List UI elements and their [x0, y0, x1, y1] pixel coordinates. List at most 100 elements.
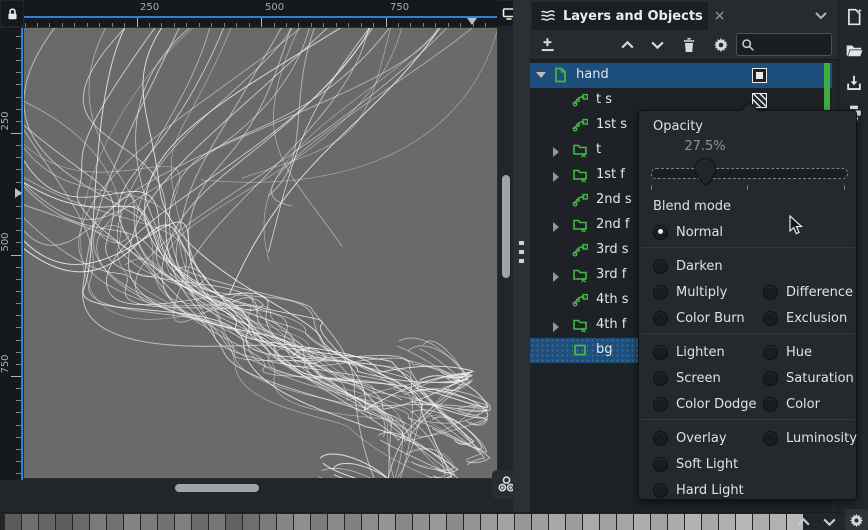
layer-search-field[interactable] [736, 33, 832, 56]
palette-swatch[interactable] [600, 514, 616, 530]
palette-swatch[interactable] [566, 514, 582, 530]
horizontal-ruler[interactable]: 250500750 [24, 0, 498, 28]
palette-swatch[interactable] [328, 514, 344, 530]
radio-icon[interactable] [763, 371, 778, 386]
blend-mode-option[interactable]: Exclusion [763, 305, 847, 331]
palette-swatch[interactable] [515, 514, 531, 530]
palette-swatch[interactable] [192, 514, 208, 530]
blend-mode-option[interactable]: Multiply [653, 279, 727, 305]
radio-icon[interactable] [653, 483, 668, 498]
open-document-button[interactable] [844, 40, 864, 60]
layer-label[interactable]: 4th s [596, 292, 629, 307]
layer-row-hand[interactable]: hand [530, 63, 832, 88]
palette-swatch[interactable] [277, 514, 293, 530]
palette-swatch[interactable] [311, 514, 327, 530]
layer-label[interactable]: 4th f [596, 317, 626, 332]
blend-mode-option[interactable]: Difference [763, 279, 853, 305]
palette-swatch[interactable] [90, 514, 106, 530]
palette-swatch[interactable] [56, 514, 72, 530]
blend-mode-option[interactable]: Screen [653, 365, 721, 391]
palette-swatch[interactable] [124, 514, 140, 530]
raise-layer-button[interactable] [615, 33, 639, 57]
blend-mode-option[interactable]: Saturation [763, 365, 854, 391]
expander-closed-icon[interactable] [553, 172, 559, 182]
palette-swatch[interactable] [685, 514, 701, 530]
palette-swatch[interactable] [345, 514, 361, 530]
blend-mode-option[interactable]: Lighten [653, 339, 725, 365]
blend-mode-option[interactable]: Hue [763, 339, 812, 365]
vertical-ruler[interactable]: 250500750 [0, 28, 24, 480]
radio-icon[interactable] [653, 397, 668, 412]
palette-swatch[interactable] [634, 514, 650, 530]
blend-mode-option[interactable]: Darken [653, 253, 723, 279]
palette-swatch[interactable] [430, 514, 446, 530]
expander-closed-icon[interactable] [553, 322, 559, 332]
drawing-canvas[interactable] [24, 28, 497, 478]
palette-swatch[interactable] [481, 514, 497, 530]
palette-swatch[interactable] [736, 514, 752, 530]
radio-icon[interactable] [653, 431, 668, 446]
palette-settings-button[interactable] [845, 509, 868, 530]
layer-settings-button[interactable] [709, 33, 733, 57]
palette-swatch[interactable] [141, 514, 157, 530]
palette-swatch[interactable] [464, 514, 480, 530]
layer-label[interactable]: 3rd f [596, 267, 626, 282]
blend-mode-option[interactable]: Normal [653, 219, 723, 245]
tab-layers-and-objects[interactable]: Layers and Objects × [532, 2, 708, 30]
panel-resize-handle[interactable] [513, 0, 530, 512]
palette-swatch[interactable] [158, 514, 174, 530]
radio-icon[interactable] [653, 285, 668, 300]
layer-label[interactable]: 1st s [596, 117, 627, 132]
palette-swatch[interactable] [107, 514, 123, 530]
layer-label[interactable]: hand [576, 67, 609, 82]
radio-icon[interactable] [763, 397, 778, 412]
palette-scroll-up-button[interactable] [794, 515, 812, 529]
vertical-scrollbar[interactable] [499, 28, 513, 480]
new-document-button[interactable] [844, 7, 864, 27]
palette-swatch[interactable] [379, 514, 395, 530]
palette-swatch[interactable] [668, 514, 684, 530]
palette-swatch[interactable] [39, 514, 55, 530]
palette-swatch[interactable] [719, 514, 735, 530]
blend-mode-option[interactable]: Color Dodge [653, 391, 757, 417]
palette-swatch[interactable] [447, 514, 463, 530]
palette-swatch[interactable] [702, 514, 718, 530]
palette-swatch[interactable] [5, 514, 21, 530]
radio-icon[interactable] [653, 345, 668, 360]
palette-scroll-down-button[interactable] [820, 515, 838, 529]
palette-swatch[interactable] [413, 514, 429, 530]
palette-swatch[interactable] [226, 514, 242, 530]
expander-closed-icon[interactable] [553, 272, 559, 282]
blend-mode-option[interactable]: Hard Light [653, 477, 744, 503]
blend-mode-option[interactable]: Color [763, 391, 820, 417]
palette-swatch[interactable] [294, 514, 310, 530]
horizontal-scrollbar[interactable] [24, 480, 497, 496]
layer-label[interactable]: bg [596, 342, 613, 357]
palette-swatch[interactable] [651, 514, 667, 530]
palette-swatch[interactable] [770, 514, 786, 530]
palette-swatch[interactable] [396, 514, 412, 530]
layer-label[interactable]: t [596, 142, 601, 157]
palette-swatch[interactable] [532, 514, 548, 530]
layer-label[interactable]: 2nd s [596, 192, 632, 207]
palette-swatch[interactable] [260, 514, 276, 530]
palette-swatch[interactable] [583, 514, 599, 530]
delete-layer-button[interactable] [677, 33, 701, 57]
radio-icon[interactable] [763, 285, 778, 300]
palette-swatch[interactable] [209, 514, 225, 530]
lower-layer-button[interactable] [645, 33, 669, 57]
radio-icon[interactable] [763, 345, 778, 360]
palette-swatch[interactable] [243, 514, 259, 530]
lock-guides-button[interactable] [1, 1, 23, 26]
palette-swatch[interactable] [73, 514, 89, 530]
radio-icon[interactable] [653, 311, 668, 326]
horizontal-scrollbar-thumb[interactable] [175, 484, 259, 492]
add-layer-button[interactable] [536, 33, 560, 57]
blend-mode-option[interactable]: Overlay [653, 425, 727, 451]
layer-label[interactable]: 1st f [596, 167, 625, 182]
palette-swatch[interactable] [549, 514, 565, 530]
blend-mode-option[interactable]: Soft Light [653, 451, 738, 477]
radio-icon[interactable] [653, 371, 668, 386]
opacity-slider-handle[interactable] [694, 158, 716, 180]
expander-closed-icon[interactable] [553, 222, 559, 232]
